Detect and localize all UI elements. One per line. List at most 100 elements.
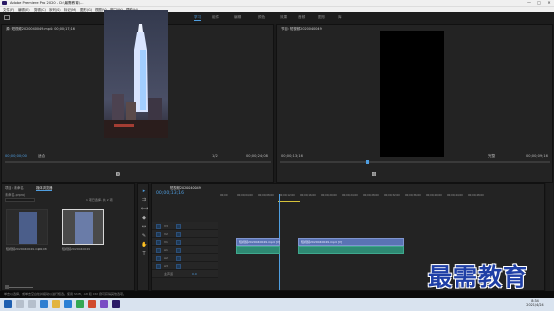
app-icon[interactable] (100, 300, 108, 308)
status-bar: 单击以选择，或单击空白处并拖动以进行框选。使用 Shift、Alt 和 Ctrl… (0, 291, 554, 298)
edge-browser-icon[interactable] (40, 300, 48, 308)
track-header-master: 主声道 0.0 (152, 270, 218, 278)
mute-track-icon[interactable] (176, 247, 181, 253)
track-label: V1 (164, 239, 168, 244)
program-video-frame (380, 31, 444, 157)
pen-tool-icon[interactable]: ✎ (141, 233, 147, 239)
master-label: 主声道 (164, 271, 174, 276)
premiere-taskbar-icon[interactable] (112, 300, 120, 308)
workspace-tab-audio[interactable]: 音频 (298, 15, 305, 20)
toggle-sync-lock-icon[interactable] (156, 223, 161, 229)
slip-tool-icon[interactable]: ↔ (141, 224, 147, 230)
clock-date: 2021/4/24 (526, 303, 544, 307)
watermark-logo: 最需教育 (428, 262, 528, 291)
workspace-tab-editing[interactable]: 编辑 (234, 15, 241, 20)
workspace-tab-libraries[interactable]: 库 (338, 15, 342, 20)
track-label: V2 (164, 231, 168, 236)
source-scale-dropdown[interactable]: 1/2 (212, 154, 218, 158)
hand-tool-icon[interactable]: ✋ (141, 242, 147, 248)
program-monitor-tab[interactable]: 节目: 短视频2020040049 (281, 26, 322, 31)
ruler-tick: 00;00;36;00 (405, 194, 421, 197)
source-fit-dropdown[interactable]: 适合 (38, 154, 45, 159)
track-label: A3 (164, 263, 168, 268)
source-monitor-tab[interactable]: 源: 短视频2020040049.mp4: 00;00;17;16 (6, 26, 75, 31)
track-header-v3: V3 (152, 222, 218, 230)
toggle-sync-lock-icon[interactable] (156, 255, 161, 261)
timeline-clip-audio[interactable] (298, 246, 404, 254)
track-header-a3: A3 (152, 262, 218, 270)
program-fit-dropdown[interactable]: 完整 (488, 154, 495, 159)
export-frame-icon[interactable] (116, 172, 120, 176)
project-item-name: 短视频2020040049.mp4 (6, 247, 42, 251)
toggle-sync-lock-icon[interactable] (156, 263, 161, 269)
taskbar-clock[interactable]: 8:34 2021/4/24 (520, 299, 550, 307)
project-footer-controls (5, 285, 133, 289)
source-timecode-right: 00;00;24;08 (246, 154, 268, 158)
program-timecode-left[interactable]: 00;00;13;16 (281, 154, 303, 158)
program-timecode-right: 00;00;09;16 (526, 154, 548, 158)
ruler-tick: 00;00;44;00 (447, 194, 463, 197)
tools-panel: ▸ ⇉ ⟷ ◆ ↔ ✎ ✋ T (137, 183, 149, 291)
toggle-output-icon[interactable] (176, 239, 181, 245)
project-path: 未命名.prproj (5, 193, 26, 197)
toggle-sync-lock-icon[interactable] (156, 231, 161, 237)
settings-icon[interactable] (372, 172, 376, 176)
track-label: A2 (164, 255, 168, 260)
project-item-clip[interactable] (6, 209, 48, 245)
mute-track-icon[interactable] (176, 263, 181, 269)
master-volume[interactable]: 0.0 (192, 272, 197, 276)
app-icon[interactable] (88, 300, 96, 308)
search-icon[interactable] (16, 300, 24, 308)
windows-taskbar: 8:34 2021/4/24 (0, 298, 554, 311)
icon-view-icon[interactable] (5, 285, 9, 289)
mute-track-icon[interactable] (176, 255, 181, 261)
workspace-tab-graphics[interactable]: 图形 (318, 15, 325, 20)
type-tool-icon[interactable]: T (141, 251, 147, 257)
track-select-tool-icon[interactable]: ⇉ (141, 197, 147, 203)
toggle-sync-lock-icon[interactable] (156, 247, 161, 253)
ruler-tick: 00;00;28;00 (363, 194, 379, 197)
search-input[interactable] (5, 198, 35, 202)
ruler-tick: 00;00;32;00 (384, 194, 400, 197)
toggle-sync-lock-icon[interactable] (156, 239, 161, 245)
app-icon[interactable] (76, 300, 84, 308)
project-item-name: 短视频2020040049 (62, 247, 91, 251)
program-playhead[interactable] (366, 160, 369, 164)
timeline-clip-video[interactable]: 短视频2020040049.mp4 [V] (236, 238, 280, 246)
ruler-tick: 00;00;20;00 (321, 194, 337, 197)
workspace-tab-assembly[interactable]: 组件 (212, 15, 219, 20)
track-header-v1: V1 (152, 238, 218, 246)
task-view-icon[interactable] (28, 300, 36, 308)
timeline-clip-audio[interactable] (236, 246, 280, 254)
mail-icon[interactable] (64, 300, 72, 308)
timeline-tab[interactable]: 短视频2020040049 (170, 185, 201, 190)
media-browser-tab[interactable]: 媒体浏览器 (36, 185, 53, 191)
source-timecode-left[interactable]: 00;00;00;00 (5, 154, 27, 158)
timeline-ruler[interactable]: 00;00 00;00;04;00 00;00;08;00 00;00;12;0… (220, 194, 540, 200)
selection-tool-icon[interactable]: ▸ (141, 188, 147, 194)
workspace-tab-color[interactable]: 颜色 (258, 15, 265, 20)
source-scrub-bar[interactable] (5, 161, 271, 163)
windows-start-icon[interactable] (4, 300, 12, 308)
toggle-output-icon[interactable] (176, 231, 181, 237)
timeline-timecode[interactable]: 00;00;13;16 (156, 191, 184, 196)
timeline-clip-video[interactable]: 短视频2020040049.mp4 [V] (298, 238, 404, 246)
toggle-output-icon[interactable] (176, 223, 181, 229)
status-text: 单击以选择，或单击空白处并拖动以进行框选。使用 Shift、Alt 和 Ctrl… (4, 292, 127, 296)
razor-tool-icon[interactable]: ◆ (141, 215, 147, 221)
zoom-slider[interactable] (5, 287, 33, 288)
ripple-edit-tool-icon[interactable]: ⟷ (141, 206, 148, 212)
track-label: V3 (164, 223, 168, 228)
project-item-sequence[interactable] (62, 209, 104, 245)
file-explorer-icon[interactable] (52, 300, 60, 308)
workspace-tab-effects[interactable]: 效果 (280, 15, 287, 20)
project-tab[interactable]: 项目: 未命名 (5, 185, 24, 190)
home-icon[interactable] (4, 15, 10, 20)
track-header-a1: A1 (152, 246, 218, 254)
work-area-bar[interactable] (278, 201, 300, 202)
city-night-image (104, 10, 168, 138)
program-scrub-bar[interactable] (280, 161, 550, 163)
premiere-app-icon (2, 1, 7, 5)
workspace-tab-learn[interactable]: 学习 (194, 15, 202, 21)
program-transport-controls (372, 172, 472, 177)
